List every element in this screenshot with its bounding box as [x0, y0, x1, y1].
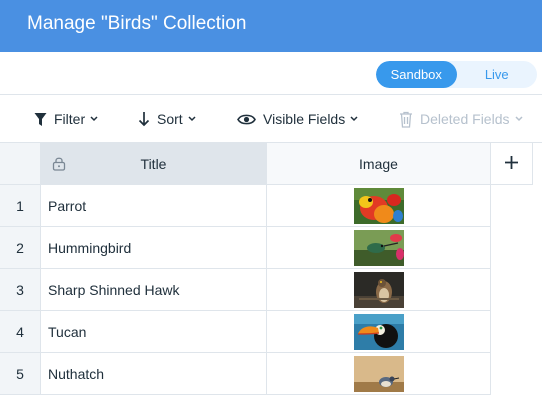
title-cell[interactable]: Hummingbird — [41, 227, 267, 269]
sort-label: Sort — [157, 111, 183, 127]
page-title: Manage "Birds" Collection — [27, 13, 247, 34]
collection-header: Manage "Birds" Collection — [0, 0, 542, 52]
arrow-down-icon — [138, 111, 150, 127]
title-cell[interactable]: Sharp Shinned Hawk — [41, 269, 267, 311]
table-row[interactable]: 5 Nuthatch — [0, 353, 491, 395]
nuthatch-photo — [353, 355, 404, 392]
row-number: 2 — [0, 227, 41, 269]
hummingbird-photo — [353, 229, 404, 266]
chevron-down-icon — [514, 116, 523, 122]
filter-icon — [34, 112, 47, 127]
table-row[interactable]: 2 Hummingbird — [0, 227, 491, 269]
image-cell[interactable] — [267, 353, 491, 395]
sandbox-live-toggle[interactable]: Sandbox Live — [376, 61, 537, 88]
column-header-image[interactable]: Image — [267, 143, 491, 185]
chevron-down-icon — [90, 116, 98, 122]
title-cell[interactable]: Nuthatch — [41, 353, 267, 395]
row-number: 3 — [0, 269, 41, 311]
table-header-row: Title Image — [0, 143, 542, 185]
chevron-down-icon — [188, 116, 196, 122]
parrot-photo — [353, 187, 404, 224]
column-header-title-label: Title — [140, 155, 167, 172]
image-cell[interactable] — [267, 269, 491, 311]
visible-fields-label: Visible Fields — [263, 111, 346, 127]
table-row[interactable]: 4 Tucan — [0, 311, 491, 353]
toucan-photo — [353, 313, 404, 350]
filter-button[interactable]: Filter — [34, 95, 98, 143]
filter-label: Filter — [54, 111, 86, 127]
table-row[interactable]: 3 Sharp Shinned Hawk — [0, 269, 491, 311]
sort-button[interactable]: Sort — [138, 95, 196, 143]
mode-bar: Sandbox Live — [0, 52, 542, 95]
row-number: 1 — [0, 185, 41, 227]
visible-fields-button[interactable]: Visible Fields — [237, 95, 358, 143]
column-header-title[interactable]: Title — [41, 143, 267, 185]
eye-icon — [237, 113, 256, 126]
table-row[interactable]: 1 Parrot — [0, 185, 491, 227]
empty-area — [491, 185, 542, 395]
hawk-photo — [353, 271, 404, 308]
add-field-button[interactable] — [491, 143, 533, 185]
chevron-down-icon — [350, 116, 358, 122]
title-cell[interactable]: Tucan — [41, 311, 267, 353]
toolbar: Filter Sort Visible Fields Deleted Field… — [0, 95, 542, 143]
column-header-image-label: Image — [359, 155, 398, 172]
trash-icon — [399, 111, 413, 128]
title-cell[interactable]: Parrot — [41, 185, 267, 227]
data-table: Title Image 1 Parrot 2 Hummingbird 3 Sha… — [0, 143, 542, 395]
plus-icon — [504, 155, 519, 173]
sandbox-toggle[interactable]: Sandbox — [376, 61, 457, 88]
image-cell[interactable] — [267, 185, 491, 227]
deleted-fields-button[interactable]: Deleted Fields — [399, 95, 523, 143]
row-number-header — [0, 143, 41, 185]
deleted-fields-label: Deleted Fields — [420, 111, 510, 127]
row-number: 5 — [0, 353, 41, 395]
live-toggle[interactable]: Live — [457, 61, 538, 88]
image-cell[interactable] — [267, 227, 491, 269]
row-number: 4 — [0, 311, 41, 353]
image-cell[interactable] — [267, 311, 491, 353]
lock-icon — [52, 156, 66, 174]
